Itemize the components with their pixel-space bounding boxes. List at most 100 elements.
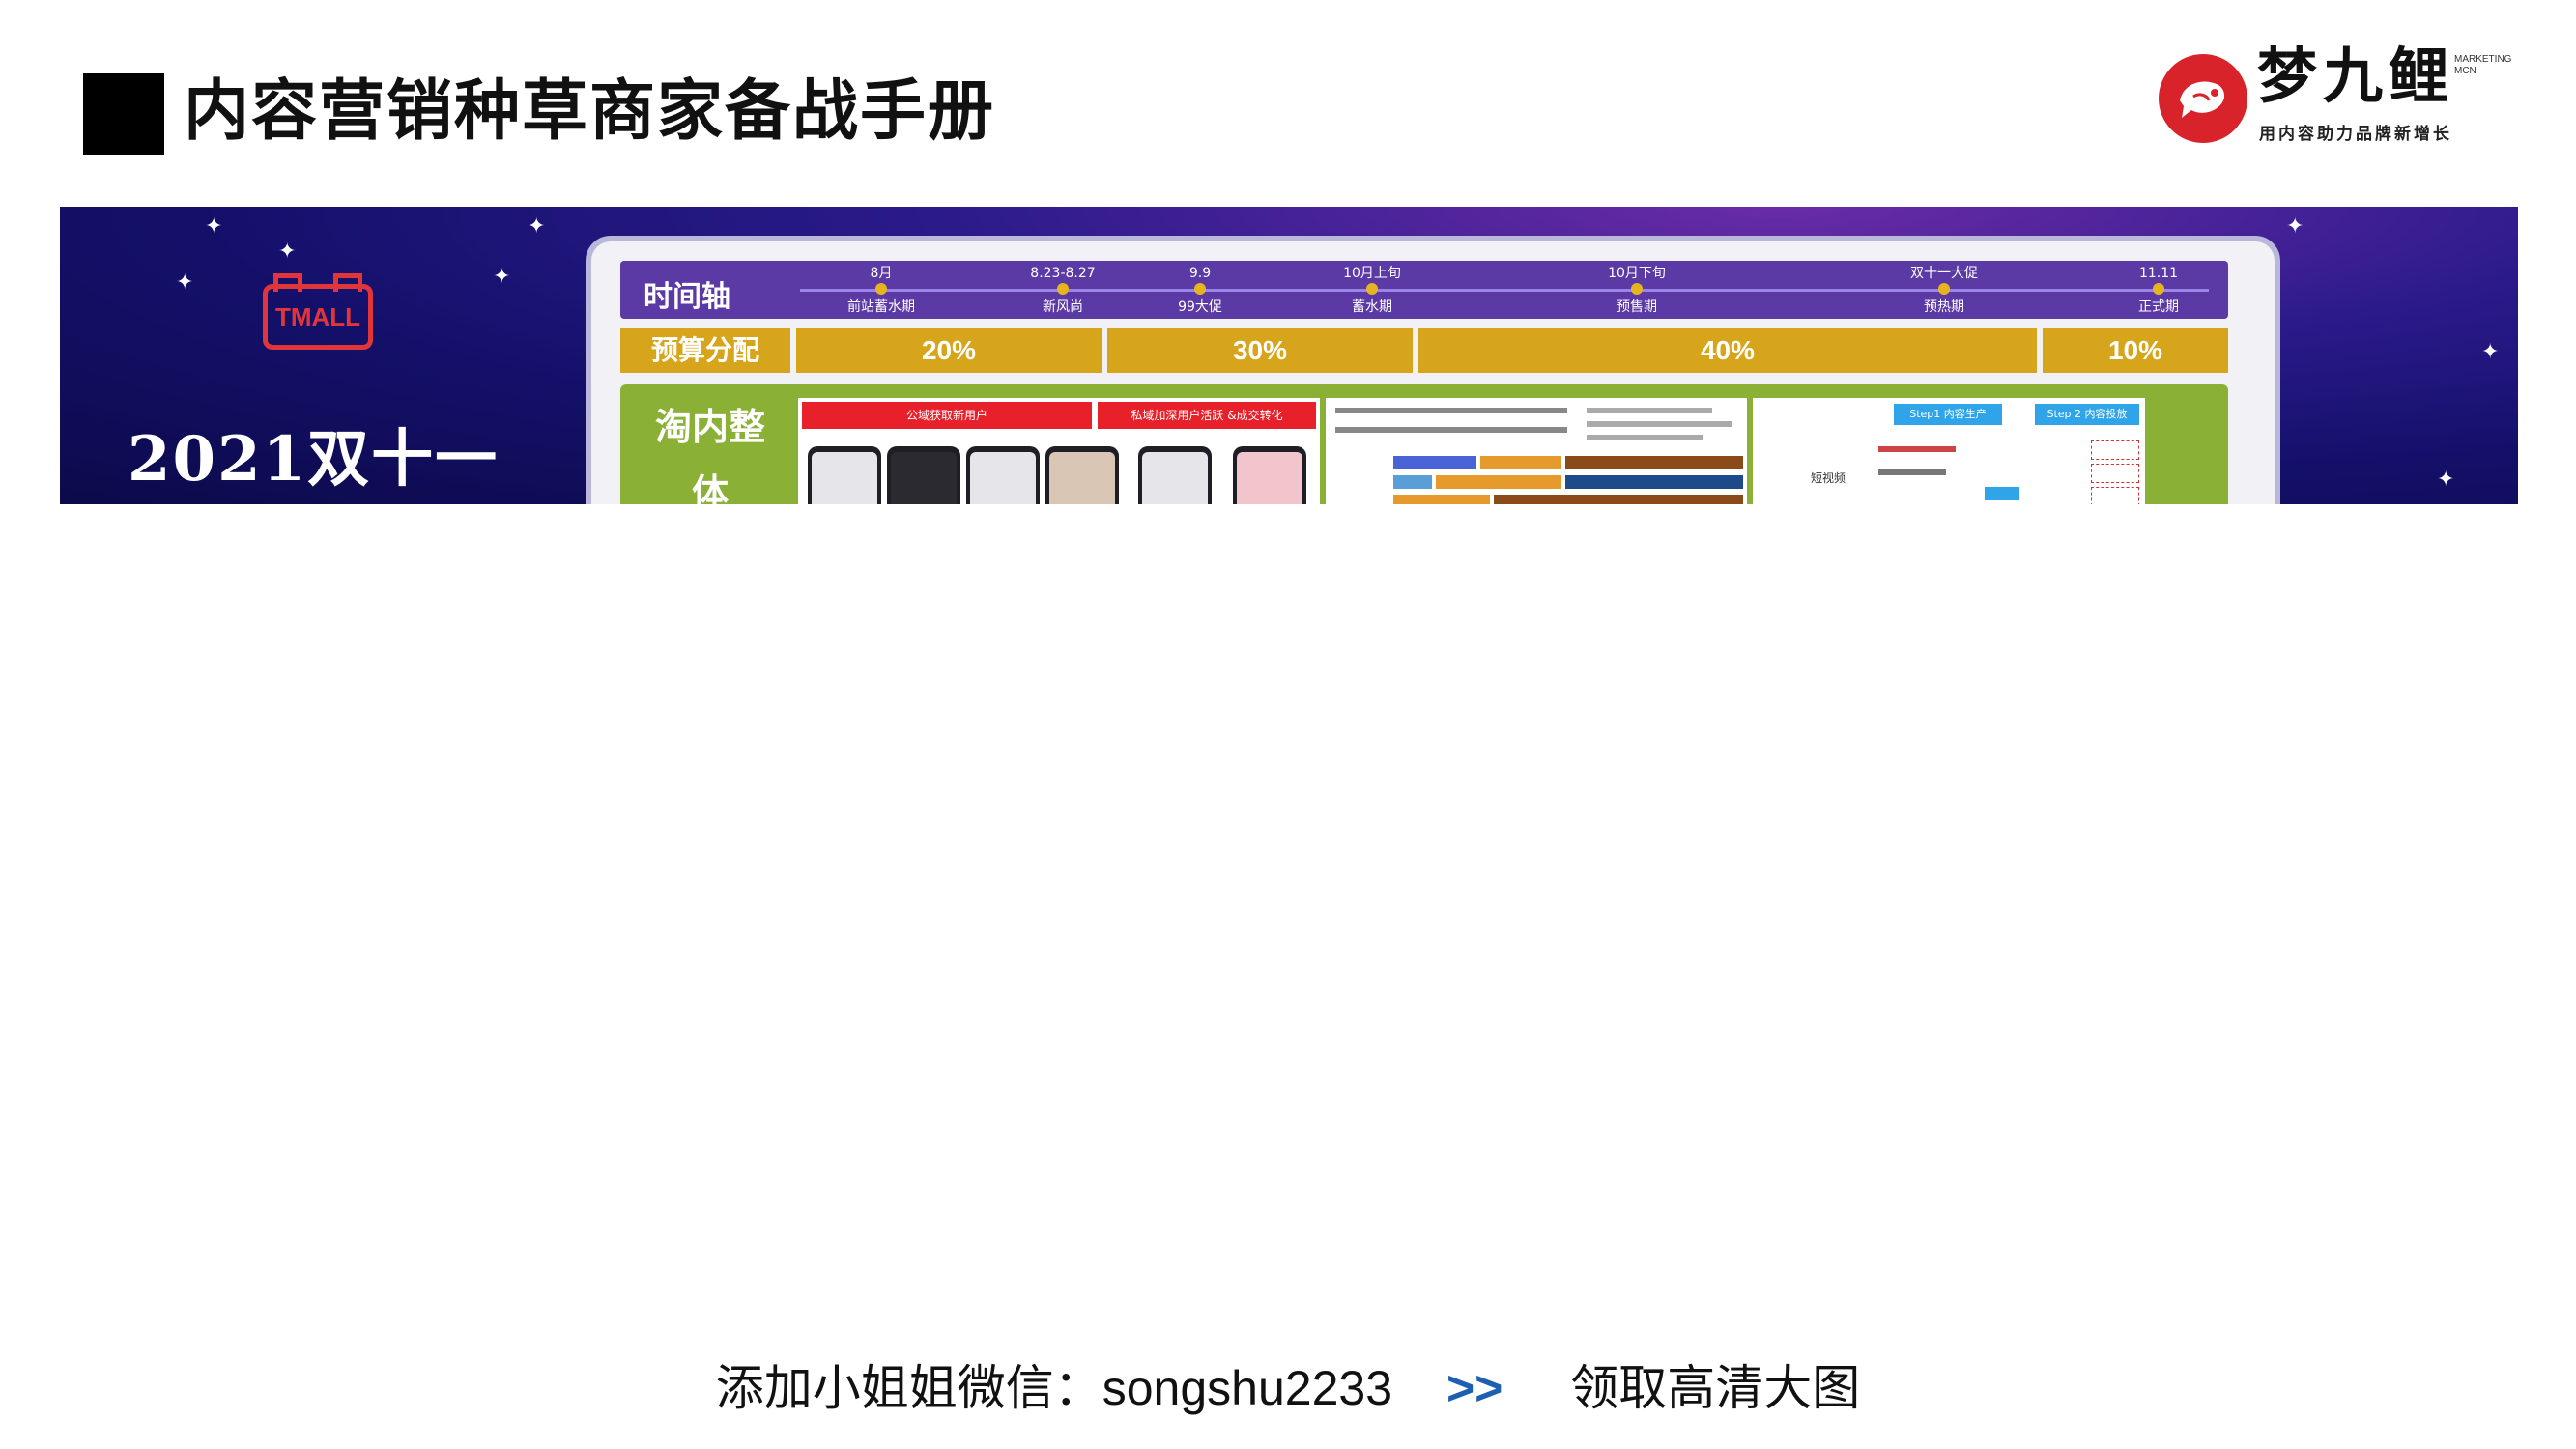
thumbnail-content-steps: Step1 内容生产 Step 2 内容投放 短视频 xyxy=(1753,398,2145,504)
budget-row: 预算分配 20% 30% 40% 10% xyxy=(620,328,2228,375)
star-icon: ✦ xyxy=(528,214,546,239)
step1-banner: Step1 内容生产 xyxy=(1894,404,2002,425)
milestone: 11.11 正式期 xyxy=(2081,261,2236,316)
budget-label: 预算分配 xyxy=(620,328,790,373)
option-box xyxy=(2091,464,2139,483)
strategy-panel: 时间轴 8月 前站蓄水期 8.23-8.27 新风尚 9.9 99大促 10月上… xyxy=(586,236,2280,504)
timeline-label: 时间轴 xyxy=(644,280,730,314)
milestone-date: 11.11 xyxy=(2138,266,2179,281)
text-line xyxy=(1335,427,1567,433)
step2-banner: Step 2 内容投放 xyxy=(2035,404,2139,425)
phone-mockup xyxy=(1138,446,1212,504)
phone-mockup xyxy=(887,446,960,504)
arrow-marker xyxy=(1985,487,2019,500)
milestone-dot xyxy=(1938,283,1950,295)
milestone: 8月 前站蓄水期 xyxy=(804,261,959,316)
public-domain-arrow: 公域获取新用户 xyxy=(802,402,1092,429)
text-line xyxy=(1878,469,1946,475)
text-line xyxy=(1587,421,1732,427)
double-chevron-icon: >> xyxy=(1445,1360,1503,1415)
timeline-row: 时间轴 8月 前站蓄水期 8.23-8.27 新风尚 9.9 99大促 10月上… xyxy=(620,261,2228,319)
phone-mockup xyxy=(808,446,881,504)
milestone-dot xyxy=(1366,283,1378,295)
milestone-dot xyxy=(1631,283,1643,295)
milestone: 10月上旬 蓄水期 xyxy=(1295,261,1449,316)
title-marker xyxy=(83,73,164,155)
brand-logo[interactable]: 梦九鲤 MARKETING MCN 用内容助力品牌新增长 xyxy=(2159,46,2526,153)
footer-cta: 添加小姐姐微信：songshu2233 >> 领取高清大图 xyxy=(0,1360,2576,1412)
color-block xyxy=(1393,475,1432,489)
color-block xyxy=(1565,456,1743,469)
milestone-dot xyxy=(1057,283,1069,295)
budget-segment: 30% xyxy=(1107,328,1413,373)
color-block xyxy=(1494,495,1743,504)
event-title: 2021双十一 xyxy=(128,423,500,496)
phone-screen xyxy=(1049,452,1115,504)
tmall-ear-left xyxy=(273,273,302,292)
star-icon: ✦ xyxy=(2437,468,2455,492)
page-title: 内容营销种草商家备战手册 xyxy=(184,73,996,150)
color-block xyxy=(1393,495,1490,504)
milestone-phase: 预售期 xyxy=(1617,299,1657,315)
thumbnail-traffic-plan xyxy=(1326,398,1747,504)
milestone: 双十一大促 预热期 xyxy=(1867,261,2021,316)
milestone-phase: 前站蓄水期 xyxy=(847,299,915,315)
star-icon: ✦ xyxy=(2286,214,2304,239)
text-line xyxy=(1878,446,1956,452)
carp-icon xyxy=(2180,81,2225,118)
thumbnail-user-acquisition: 公域获取新用户 私域加深用户活跃 &成交转化 xyxy=(798,398,1320,504)
star-icon: ✦ xyxy=(176,270,194,295)
tmall-text: TMALL xyxy=(274,302,361,331)
phone-screen xyxy=(891,452,957,504)
milestone-dot xyxy=(1194,283,1206,295)
option-box xyxy=(2091,487,2139,504)
content-label: 淘内整体 xyxy=(654,406,765,504)
logo-tagline: 用内容助力品牌新增长 xyxy=(2259,125,2452,144)
color-block xyxy=(1480,456,1561,469)
milestone-phase: 新风尚 xyxy=(1043,299,1083,315)
phone-screen xyxy=(812,452,877,504)
budget-segment: 20% xyxy=(796,328,1102,373)
milestone: 9.9 99大促 xyxy=(1123,261,1277,316)
phone-screen xyxy=(1142,452,1208,504)
text-line xyxy=(1587,435,1703,440)
budget-segment: 10% xyxy=(2043,328,2228,373)
logo-marketing-tag: MARKETING MCN xyxy=(2454,54,2511,77)
logo-marketing-line: MARKETING xyxy=(2454,54,2512,65)
milestone-date: 8月 xyxy=(870,266,893,281)
milestone-date: 9.9 xyxy=(1188,266,1212,281)
milestone: 10月下旬 预售期 xyxy=(1560,261,1714,316)
double-eleven-banner: ✦ ✦ ✦ ✦ ✦ ✦ ✦ ✦ TMALL 2021双十一 时间轴 8月 前站蓄… xyxy=(60,207,2518,504)
short-video-label: 短视频 xyxy=(1811,471,1846,485)
milestone-phase: 正式期 xyxy=(2138,299,2179,315)
milestone-date: 8.23-8.27 xyxy=(1030,266,1096,281)
star-icon: ✦ xyxy=(205,214,223,239)
logo-mcn-line: MCN xyxy=(2454,66,2476,76)
color-block xyxy=(1393,456,1476,469)
milestone: 8.23-8.27 新风尚 xyxy=(986,261,1140,316)
milestone-dot xyxy=(875,283,887,295)
milestone-date: 双十一大促 xyxy=(1910,266,1978,281)
hd-image-cta[interactable]: 领取高清大图 xyxy=(1570,1364,1860,1412)
milestone-phase: 蓄水期 xyxy=(1352,299,1392,315)
wechat-contact-text: 添加小姐姐微信：songshu2233 xyxy=(715,1360,1393,1415)
milestone-phase: 预热期 xyxy=(1924,299,1964,315)
budget-segment: 40% xyxy=(1418,328,2037,373)
star-icon: ✦ xyxy=(2481,340,2500,364)
text-line xyxy=(1335,408,1567,413)
tmall-ear-right xyxy=(333,273,362,292)
milestone-date: 10月上旬 xyxy=(1343,266,1401,281)
milestone-phase: 99大促 xyxy=(1178,299,1222,315)
tmall-logo: TMALL xyxy=(263,273,373,350)
color-block xyxy=(1565,475,1743,489)
star-icon: ✦ xyxy=(278,240,297,264)
color-block xyxy=(1436,475,1561,489)
content-row: 淘内整体 公域获取新用户 私域加深用户活跃 &成交转化 Step1 内容生产 S… xyxy=(620,384,2228,504)
milestone-date: 10月下旬 xyxy=(1608,266,1666,281)
phone-mockup xyxy=(966,446,1040,504)
phone-mockup xyxy=(1045,446,1119,504)
milestone-dot xyxy=(2153,283,2164,295)
option-box xyxy=(2091,440,2139,460)
star-icon: ✦ xyxy=(493,265,511,289)
phone-screen xyxy=(970,452,1036,504)
